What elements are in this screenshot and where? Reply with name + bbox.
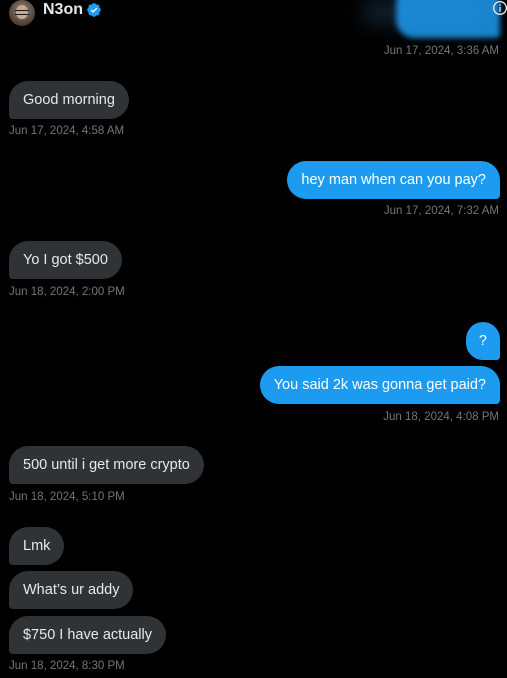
- info-icon[interactable]: [492, 0, 507, 16]
- message-timestamp: Jun 17, 2024, 3:36 AM: [383, 45, 499, 57]
- outgoing-message-bubble[interactable]: ?: [465, 322, 500, 360]
- message-timestamp: Jun 17, 2024, 4:58 AM: [9, 125, 125, 137]
- incoming-message-bubble[interactable]: $750 I have actually: [9, 616, 166, 654]
- verified-badge-icon: [87, 3, 101, 17]
- outgoing-message-bubble[interactable]: You said 2k was gonna get paid?: [259, 366, 500, 404]
- contact-name[interactable]: N3on: [43, 1, 83, 19]
- incoming-message-bubble[interactable]: What’s ur addy: [9, 571, 134, 609]
- message-timestamp: Jun 17, 2024, 7:32 AM: [383, 205, 499, 217]
- incoming-message-bubble[interactable]: Lmk: [9, 527, 65, 565]
- incoming-message-bubble[interactable]: Good morning: [9, 81, 129, 119]
- avatar-glasses: [15, 10, 29, 15]
- incoming-message-bubble[interactable]: 500 until i get more crypto: [9, 446, 204, 484]
- outgoing-bubble-partial: [396, 0, 500, 38]
- message-timestamp: Jun 18, 2024, 8:30 PM: [9, 660, 125, 672]
- outgoing-message-bubble[interactable]: hey man when can you pay?: [287, 161, 500, 199]
- message-timestamp: Jun 18, 2024, 4:08 PM: [383, 411, 499, 423]
- redacted-outgoing-bubble: [364, 0, 500, 38]
- message-timestamp: Jun 18, 2024, 2:00 PM: [9, 286, 125, 298]
- incoming-message-bubble[interactable]: Yo I got $500: [9, 241, 122, 279]
- avatar[interactable]: [9, 0, 35, 26]
- conversation-header: N3on: [0, 0, 507, 38]
- message-timestamp: Jun 18, 2024, 5:10 PM: [9, 491, 125, 503]
